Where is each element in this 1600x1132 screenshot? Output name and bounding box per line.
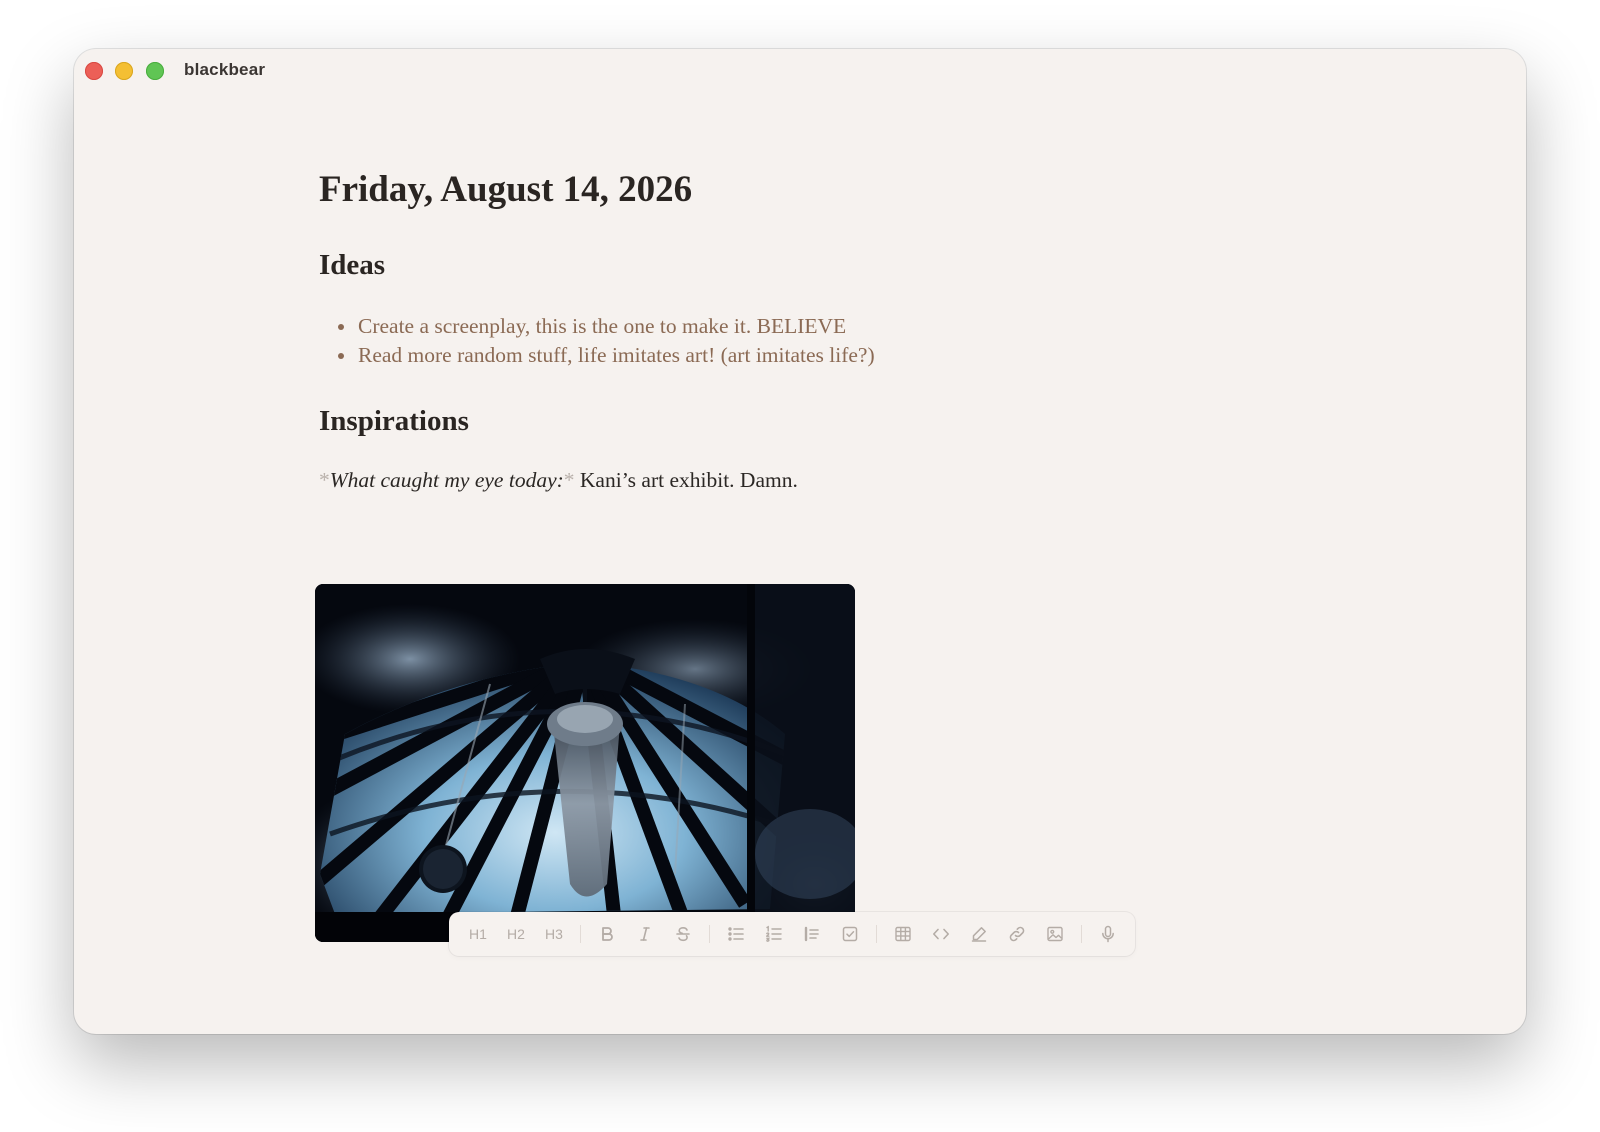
heading-inspirations[interactable]: Inspirations: [319, 401, 469, 441]
checkbox-icon: [842, 926, 858, 942]
minimize-window-button[interactable]: [115, 62, 133, 80]
table-button[interactable]: [884, 919, 922, 949]
heading-1-button[interactable]: H1: [459, 919, 497, 949]
table-icon: [895, 926, 911, 942]
toolbar-divider: [876, 925, 877, 943]
glass-dome-photo: [315, 584, 855, 942]
embedded-photo[interactable]: [315, 584, 855, 942]
heading-2-button[interactable]: H2: [497, 919, 535, 949]
microphone-icon: [1102, 925, 1114, 943]
link-icon: [1009, 926, 1025, 942]
markdown-emphasis-marker: *: [563, 468, 575, 492]
title-bar: blackbear: [74, 49, 1526, 93]
highlight-button[interactable]: [960, 919, 998, 949]
markdown-emphasis-marker: *: [319, 468, 330, 492]
app-title: blackbear: [184, 60, 266, 79]
code-icon: [933, 928, 949, 940]
formatting-toolbar: H1 H2 H3: [449, 912, 1135, 956]
code-button[interactable]: [922, 919, 960, 949]
note-editor[interactable]: Friday, August 14, 2026 Ideas Create a s…: [315, 165, 1219, 942]
note-title[interactable]: Friday, August 14, 2026: [319, 165, 1219, 215]
numbered-list-icon: [766, 925, 782, 942]
heading-3-button[interactable]: H3: [535, 919, 573, 949]
italic-icon: [640, 927, 650, 941]
insert-image-button[interactable]: [1036, 919, 1074, 949]
numbered-list-button[interactable]: [755, 919, 793, 949]
bullet-list-button[interactable]: [717, 919, 755, 949]
bold-button[interactable]: [588, 919, 626, 949]
toolbar-divider: [1081, 925, 1082, 943]
body-text: Kani’s art exhibit. Damn.: [574, 468, 798, 492]
list-item[interactable]: Create a screenplay, this is the one to …: [319, 312, 875, 341]
toolbar-divider: [709, 925, 710, 943]
toolbar-divider: [580, 925, 581, 943]
list-item[interactable]: Read more random stuff, life imitates ar…: [319, 341, 875, 370]
emphasis-text: What caught my eye today:: [329, 468, 564, 492]
close-window-button[interactable]: [85, 62, 103, 80]
app-window: blackbear Friday, August 14, 2026 Ideas …: [74, 49, 1526, 1034]
heading-ideas[interactable]: Ideas: [319, 245, 385, 285]
ideas-list: Create a screenplay, this is the one to …: [319, 312, 875, 370]
blockquote-button[interactable]: [793, 919, 831, 949]
zoom-window-button[interactable]: [146, 62, 164, 80]
italic-button[interactable]: [626, 919, 664, 949]
image-icon: [1047, 926, 1063, 942]
link-button[interactable]: [998, 919, 1036, 949]
bold-icon: [602, 927, 613, 941]
highlight-icon: [971, 927, 987, 942]
bullet-list-icon: [728, 927, 744, 941]
strikethrough-icon: [676, 926, 690, 942]
blockquote-icon: [804, 926, 819, 942]
checkbox-button[interactable]: [831, 919, 869, 949]
inspirations-paragraph[interactable]: *What caught my eye today:* Kani’s art e…: [319, 465, 798, 495]
bullet-icon: [338, 353, 344, 359]
bullet-icon: [338, 324, 344, 330]
dictation-button[interactable]: [1089, 919, 1127, 949]
strikethrough-button[interactable]: [664, 919, 702, 949]
